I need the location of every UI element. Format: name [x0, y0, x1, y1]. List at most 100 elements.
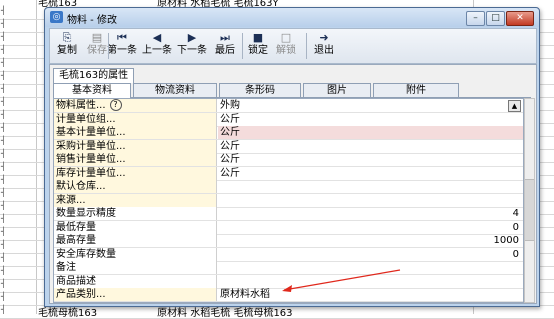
sheet-row-marker: ┤ [1, 97, 6, 106]
sheet-row-marker: ┤ [1, 279, 6, 288]
toolbar-label: 上一条 [142, 45, 172, 56]
property-label: 备注 [54, 261, 217, 274]
property-label: 商品描述 [54, 274, 217, 288]
property-value[interactable]: 0 [218, 248, 523, 261]
tab-4[interactable]: 附件 [373, 83, 459, 97]
property-label: 默认仓库... [54, 180, 217, 193]
exit-button[interactable]: ➜ 退出 [310, 31, 338, 61]
property-label-text: 基本计量单位... [56, 127, 126, 138]
sheet-row-marker: ┤ [1, 58, 6, 67]
tab-2[interactable]: 条形码 [219, 83, 301, 97]
sheet-row-marker: ┤ [1, 136, 6, 145]
property-value[interactable]: 公斤 [218, 153, 523, 166]
property-row[interactable]: 计量单位组... 公斤 [54, 112, 523, 127]
tab-3[interactable]: 图片 [303, 83, 371, 97]
sheet-row-marker: ┤ [1, 227, 6, 236]
sheet-row-marker: ┤ [1, 6, 6, 15]
sheet-row-marker: ┤ [1, 71, 6, 80]
tab-1[interactable]: 物流资料 [133, 83, 217, 97]
property-value[interactable]: 公斤 [218, 113, 523, 126]
sheet-row-marker: ┤ [1, 266, 6, 275]
property-value[interactable]: 原材料水稻 [218, 288, 523, 301]
lock-button[interactable]: ■ 锁定 [245, 31, 271, 61]
toolbar-label: 下一条 [177, 45, 207, 56]
property-label-text: 产品类别... [56, 289, 106, 300]
copy-icon: ⎘ [62, 31, 72, 44]
unlock-button[interactable]: □ 解锁 [272, 31, 300, 61]
property-row[interactable]: 来源... [54, 193, 523, 208]
property-row[interactable]: 最低存量 0 [54, 220, 523, 235]
property-value[interactable] [218, 180, 523, 193]
sheet-row-marker: ┤ [1, 149, 6, 158]
dropdown-arrow-icon[interactable]: ▲ [508, 100, 521, 112]
help-icon[interactable]: ? [109, 99, 122, 111]
property-row[interactable]: 数量显示精度 4 [54, 207, 523, 221]
prev-icon: ◀ [152, 31, 162, 44]
property-row[interactable]: 库存计量单位... 公斤 [54, 166, 523, 181]
property-row[interactable]: 物料属性...? 外购 ▲ [54, 99, 523, 113]
property-grid: 物料属性...? 外购 ▲ 计量单位组... 公斤 基本计量单位... 公斤 采购计量单位..… [53, 98, 524, 303]
property-row[interactable]: 商品描述 [54, 274, 523, 289]
property-row[interactable]: 安全库存数量 0 [54, 247, 523, 262]
toolbar-separator [108, 33, 109, 59]
property-label-text: 商品描述 [56, 275, 96, 287]
toolbar-label: 锁定 [248, 45, 268, 56]
property-label: 产品类别... [54, 288, 217, 301]
sheet-row-marker: ┤ [1, 253, 6, 262]
sheet-row-marker: ┤ [1, 175, 6, 184]
sheet-row-marker: ┤ [1, 45, 6, 54]
property-row[interactable]: 采购计量单位... 公斤 [54, 139, 523, 154]
exit-icon: ➜ [319, 31, 329, 44]
property-value[interactable]: 公斤 [218, 140, 523, 153]
property-value[interactable]: 1000 [218, 234, 523, 247]
property-value[interactable]: 外购 [218, 99, 523, 112]
sheet-row-marker: ┤ [1, 292, 6, 301]
app-icon: ◎ [50, 11, 63, 23]
sheet-row-marker: ┤ [1, 110, 6, 119]
property-value[interactable]: 公斤 [218, 167, 523, 180]
property-label-text: 采购计量单位... [56, 140, 126, 152]
property-label-text: 数量显示精度 [56, 208, 116, 219]
property-value[interactable] [218, 194, 523, 207]
property-label: 采购计量单位... [54, 139, 217, 153]
properties-tab[interactable]: 毛梳163的属性 [53, 68, 135, 83]
property-row[interactable]: 基本计量单位... 公斤 [54, 126, 523, 140]
sheet-row: ┤ [0, 305, 554, 319]
scrollbar-thumb[interactable] [525, 179, 534, 241]
minimize-button[interactable]: – [466, 11, 485, 26]
sheet-row-marker: ┤ [1, 123, 6, 132]
sheet-row-marker: ┤ [1, 201, 6, 210]
last-button[interactable]: ⏭ 最后 [210, 31, 240, 61]
property-label-text: 来源... [56, 194, 86, 206]
property-row[interactable]: 产品类别... 原材料水稻 [54, 288, 523, 302]
toolbar-label: 解锁 [276, 45, 296, 56]
sheet-row-marker: ┤ [1, 84, 6, 93]
property-row[interactable]: 备注 [54, 261, 523, 275]
maximize-button[interactable]: □ [486, 11, 505, 26]
sheet-row-marker: ┤ [1, 240, 6, 249]
toolbar-separator [242, 33, 243, 59]
property-value[interactable]: 4 [218, 207, 523, 220]
tab-0[interactable]: 基本资料 [53, 83, 131, 98]
property-row[interactable]: 销售计量单位... 公斤 [54, 153, 523, 167]
window-title: 物料 - 修改 [67, 15, 117, 26]
property-value[interactable] [218, 261, 523, 274]
close-button[interactable]: ✕ [506, 11, 534, 26]
vertical-scrollbar[interactable] [524, 98, 535, 303]
toolbar-separator [306, 33, 307, 59]
property-label: 销售计量单位... [54, 153, 217, 166]
next-button[interactable]: ▶ 下一条 [176, 31, 208, 61]
property-label-text: 销售计量单位... [56, 154, 126, 165]
property-value[interactable]: 0 [218, 221, 523, 234]
copy-button[interactable]: ⎘ 复制 [54, 31, 80, 61]
next-icon: ▶ [187, 31, 197, 44]
title-bar[interactable]: ◎ 物料 - 修改 – □ ✕ [45, 8, 539, 27]
toolbar-label: 复制 [57, 45, 77, 56]
property-value[interactable] [218, 275, 523, 288]
prev-button[interactable]: ◀ 上一条 [140, 31, 174, 61]
property-value[interactable]: 公斤 [218, 126, 523, 139]
property-row[interactable]: 最高存量 1000 [54, 234, 523, 248]
property-label-text: 安全库存数量 [56, 248, 116, 260]
first-button[interactable]: ⏮ 第一条 [106, 31, 138, 61]
property-row[interactable]: 默认仓库... [54, 180, 523, 194]
